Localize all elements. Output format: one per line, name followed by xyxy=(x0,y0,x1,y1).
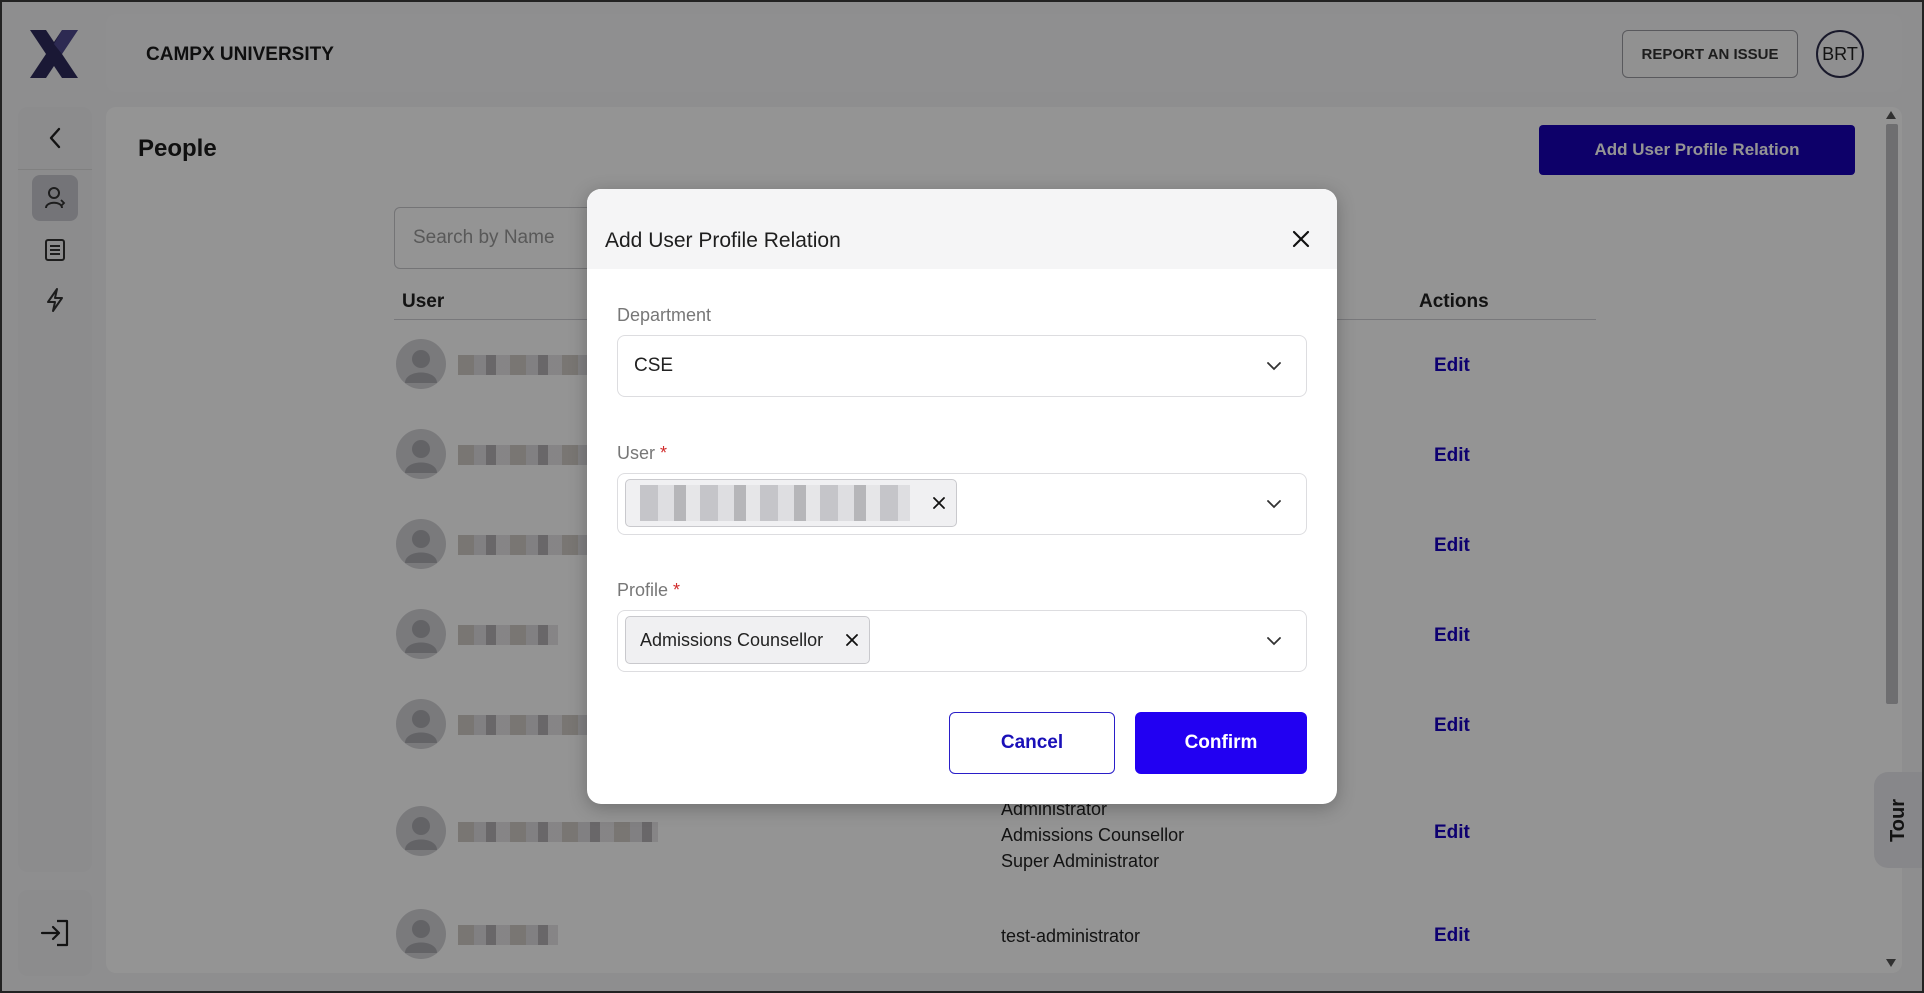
profile-label: Profile * xyxy=(617,580,680,601)
remove-profile-chip-button[interactable] xyxy=(845,633,859,647)
dialog-title: Add User Profile Relation xyxy=(605,229,841,252)
confirm-button[interactable]: Confirm xyxy=(1135,712,1307,774)
close-dialog-button[interactable] xyxy=(1287,225,1315,253)
selected-user-chip xyxy=(625,479,957,527)
profile-chip-label: Admissions Counsellor xyxy=(640,629,824,650)
redacted-user-name xyxy=(640,485,910,521)
user-label: User * xyxy=(617,443,667,464)
close-icon xyxy=(846,634,858,646)
profile-label-text: Profile xyxy=(617,580,669,600)
close-icon xyxy=(1292,230,1310,248)
profile-select[interactable]: Admissions Counsellor xyxy=(617,610,1307,672)
chevron-down-icon xyxy=(1267,500,1281,509)
chevron-down-icon xyxy=(1267,637,1281,646)
department-label: Department xyxy=(617,305,712,325)
close-icon xyxy=(933,497,945,509)
add-user-profile-relation-dialog: Add User Profile Relation Department CSE… xyxy=(587,189,1337,804)
selected-profile-chip: Admissions Counsellor xyxy=(625,616,871,664)
remove-user-chip-button[interactable] xyxy=(932,496,946,510)
department-value: CSE xyxy=(634,355,674,376)
cancel-button[interactable]: Cancel xyxy=(949,712,1115,774)
user-select[interactable] xyxy=(617,473,1307,535)
chevron-down-icon xyxy=(1267,362,1281,371)
dialog-header: Add User Profile Relation xyxy=(587,189,1337,269)
user-label-text: User xyxy=(617,443,656,463)
required-mark: * xyxy=(673,580,681,600)
required-mark: * xyxy=(660,443,668,463)
department-select[interactable]: CSE xyxy=(617,335,1307,397)
